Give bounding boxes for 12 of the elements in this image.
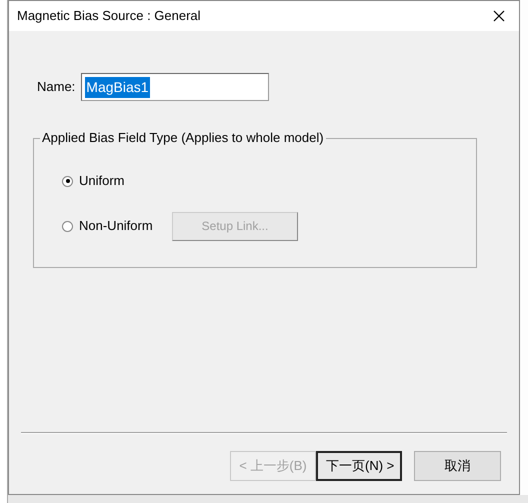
name-field[interactable]: MagBias1: [81, 73, 270, 101]
cancel-button[interactable]: 取消: [414, 451, 501, 481]
name-value: MagBias1: [85, 76, 150, 98]
group-title: Applied Bias Field Type (Applies to whole model): [40, 130, 326, 146]
close-icon: [493, 10, 505, 22]
radio-option[interactable]: Uniform: [62, 171, 172, 191]
radio-option[interactable]: Non-Uniform: [62, 216, 172, 236]
radio-button[interactable]: [62, 176, 73, 186]
radio-button[interactable]: [62, 220, 73, 232]
window-title: Magnetic Bias Source : General: [17, 7, 201, 26]
name-label: Name:: [37, 78, 76, 96]
next-button[interactable]: 下一页(N) >: [316, 451, 402, 481]
